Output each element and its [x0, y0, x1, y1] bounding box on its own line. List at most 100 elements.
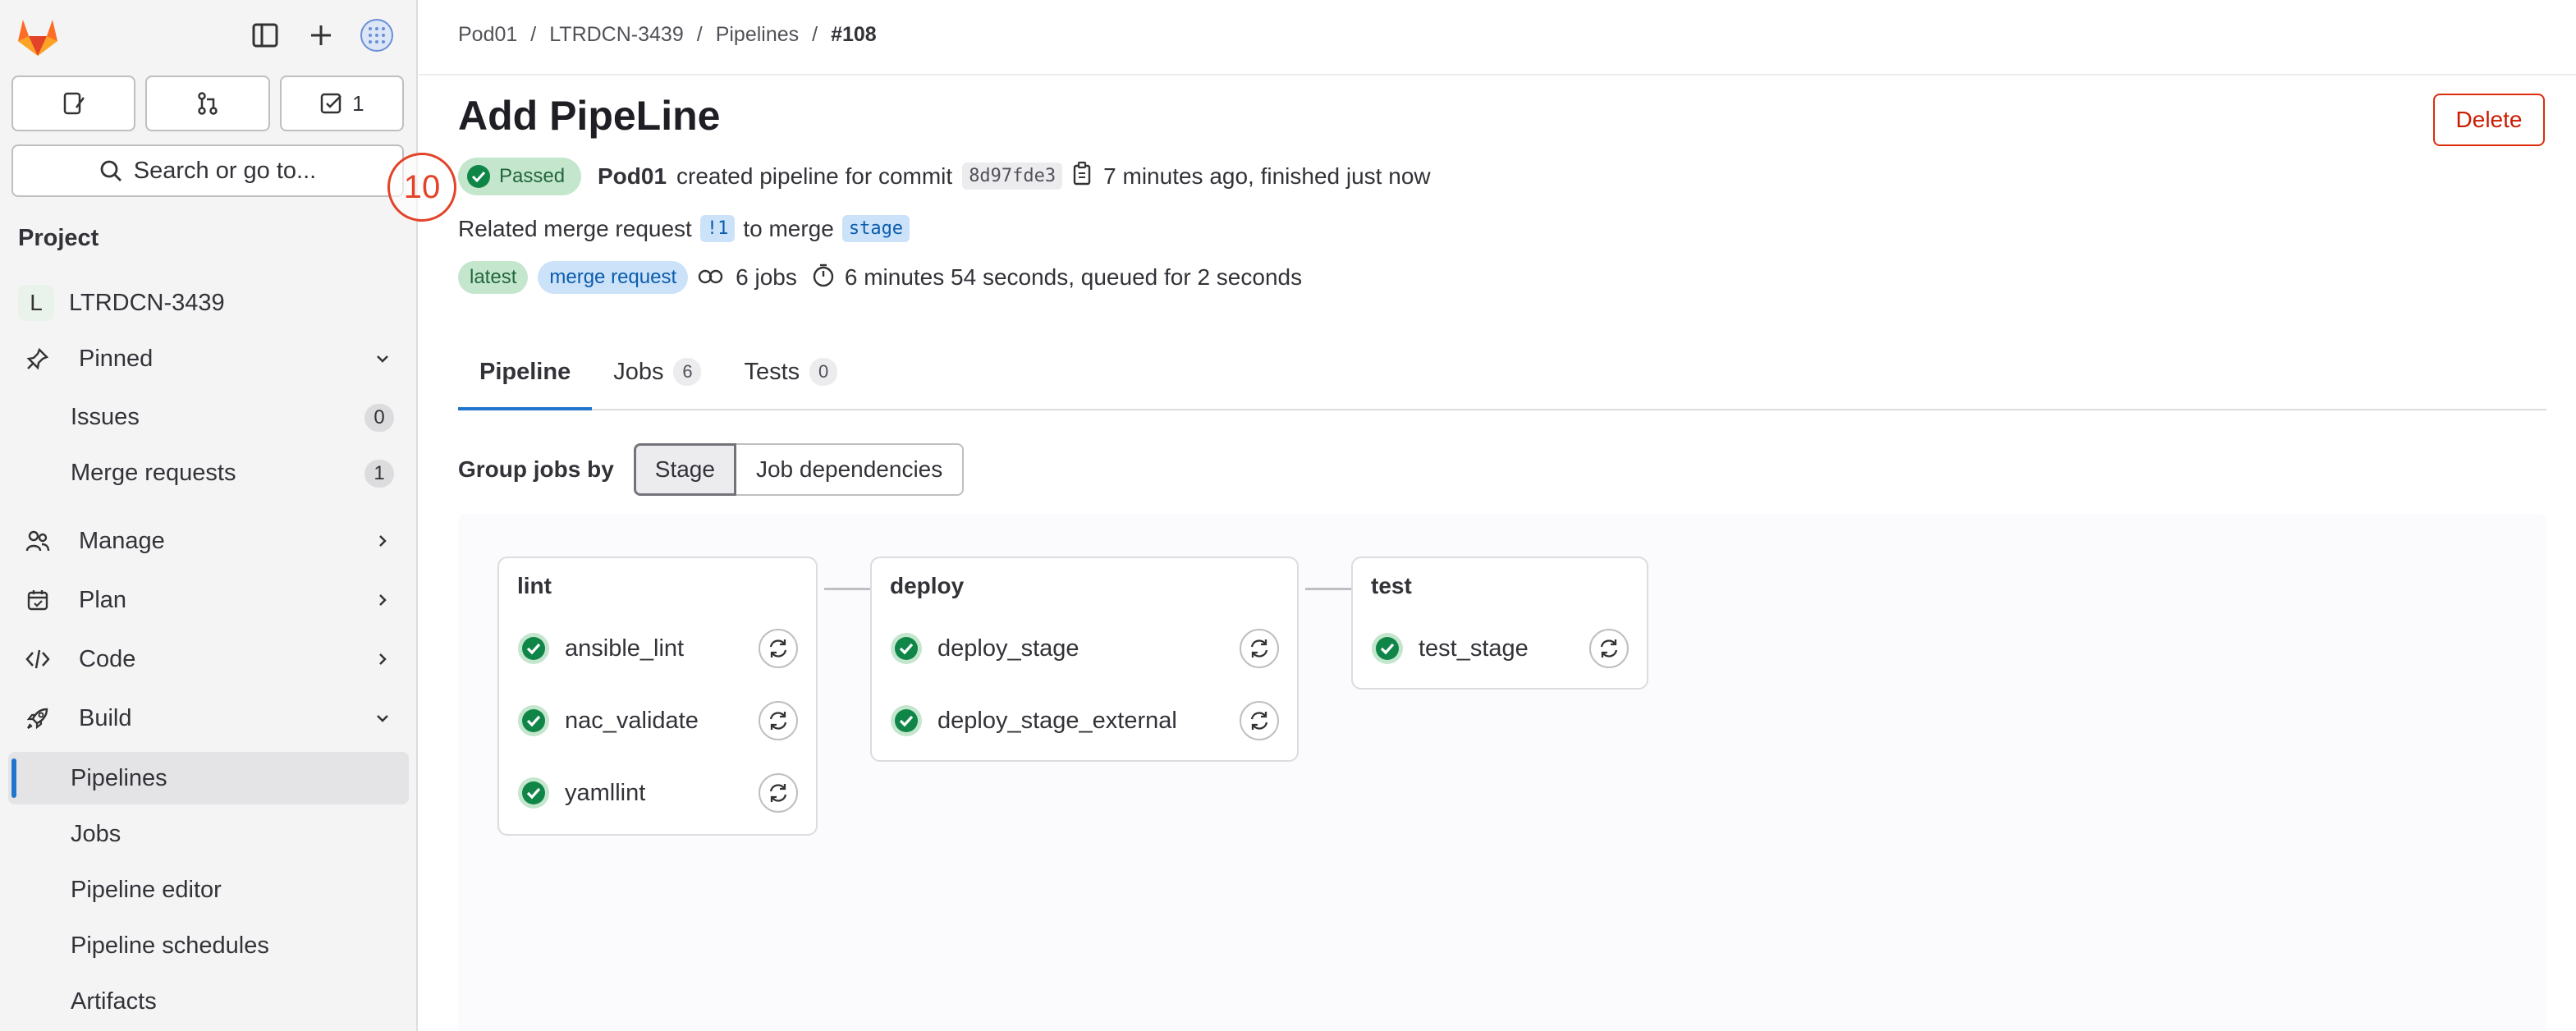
tab-tests[interactable]: Tests 0 [722, 335, 859, 409]
breadcrumb-separator: / [530, 23, 537, 46]
jobs-icon [698, 264, 726, 291]
search-button[interactable]: Search or go to... [11, 144, 404, 197]
user-avatar-icon[interactable] [360, 18, 394, 53]
copy-icon[interactable] [1072, 161, 1093, 191]
job-item[interactable]: nac_validate [517, 699, 699, 742]
retry-job-button[interactable] [759, 701, 798, 740]
sidebar-item-label: Jobs [71, 820, 121, 847]
issues-count-badge: 0 [364, 404, 394, 432]
sidebar-item-code[interactable]: Code [8, 634, 409, 685]
assigned-issues-button[interactable] [11, 76, 136, 131]
gitlab-logo-icon[interactable] [15, 15, 61, 57]
tab-count-badge: 6 [673, 358, 702, 386]
time-text: 7 minutes ago, finished just now [1103, 163, 1431, 189]
branch-link[interactable]: stage [841, 215, 910, 242]
success-icon [518, 705, 549, 736]
chevron-down-icon [373, 708, 392, 735]
merge-request-link[interactable]: !1 [699, 215, 736, 242]
search-label: Search or go to... [133, 157, 317, 184]
job-item[interactable]: yamllint [517, 772, 645, 814]
stage-title: test [1371, 573, 1412, 598]
sidebar-item-merge-requests[interactable]: Merge requests 1 [8, 447, 409, 499]
sidebar-toggle-icon[interactable] [248, 18, 282, 53]
code-icon [21, 648, 54, 670]
sidebar-item-issues[interactable]: Issues 0 [8, 391, 409, 443]
retry-job-button[interactable] [1589, 629, 1629, 668]
sidebar-item-pipelines[interactable]: Pipelines [8, 752, 409, 804]
stage-column-lint: lint ansible_lint nac_validate yamllint [497, 557, 818, 836]
job-item[interactable]: test_stage [1371, 627, 1529, 670]
sidebar-item-label: Build [79, 704, 132, 731]
stage-connector [824, 588, 875, 590]
label-merge-request: merge request [538, 261, 689, 294]
stage-title: deploy [890, 573, 965, 598]
delete-button[interactable]: Delete [2433, 94, 2545, 146]
retry-job-button[interactable] [1240, 701, 1279, 740]
search-icon [100, 160, 121, 181]
chevron-right-icon [373, 530, 392, 557]
breadcrumb-pipelines-link[interactable]: Pipelines [716, 23, 799, 47]
sidebar-item-pinned[interactable]: Pinned [8, 333, 409, 384]
chevron-right-icon [373, 648, 392, 676]
sidebar-item-pipeline-editor[interactable]: Pipeline editor [8, 864, 409, 916]
jobs-count-text: 6 jobs [736, 264, 797, 290]
retry-job-button[interactable] [1240, 629, 1279, 668]
group-by-dependencies-button[interactable]: Job dependencies [736, 443, 965, 496]
sidebar-item-label: Pinned [79, 345, 154, 372]
sidebar-item-plan[interactable]: Plan [8, 575, 409, 625]
sidebar-item-jobs[interactable]: Jobs [8, 808, 409, 860]
commit-sha-link[interactable]: 8d97fde3 [962, 163, 1063, 190]
rocket-icon [21, 706, 54, 731]
merge-requests-count-badge: 1 [364, 460, 394, 488]
retry-job-button[interactable] [759, 773, 798, 813]
related-text: Related merge request [458, 215, 692, 241]
issues-icon [63, 92, 85, 115]
stage-column-deploy: deploy deploy_stage deploy_stage_externa… [870, 557, 1299, 762]
retry-icon [769, 639, 787, 658]
tab-count-badge: 0 [809, 358, 838, 386]
breadcrumb: Pod01 / LTRDCN-3439 / Pipelines / #108 [458, 23, 877, 47]
breadcrumb-current[interactable]: #108 [831, 23, 877, 47]
status-badge[interactable]: Passed [458, 158, 582, 195]
sidebar-item-label: Manage [79, 527, 165, 554]
retry-icon [1250, 712, 1268, 730]
tab-label: Tests [744, 358, 800, 385]
page-title: Add PipeLine [458, 93, 721, 139]
sidebar-counts: 1 [11, 76, 404, 131]
merge-requests-button[interactable] [145, 76, 270, 131]
tab-jobs[interactable]: Jobs 6 [592, 335, 722, 409]
sidebar-item-build[interactable]: Build [8, 693, 409, 744]
sidebar-item-artifacts[interactable]: Artifacts [8, 975, 409, 1028]
sidebar-item-label: Issues [71, 403, 140, 430]
plus-icon[interactable] [304, 18, 338, 53]
author-link[interactable]: Pod01 [598, 163, 667, 190]
status-text: Passed [499, 165, 566, 187]
retry-job-button[interactable] [759, 629, 798, 668]
pipeline-tabs: Pipeline Jobs 6 Tests 0 [458, 335, 2546, 410]
job-item[interactable]: ansible_lint [517, 627, 684, 670]
duration-text: 6 minutes 54 seconds, queued for 2 secon… [844, 264, 1303, 290]
sidebar-item-manage[interactable]: Manage [8, 516, 409, 566]
sidebar-item-label: Artifacts [71, 987, 157, 1015]
header-divider [419, 74, 2576, 76]
success-icon [891, 705, 922, 736]
group-jobs-control: Group jobs by Stage Job dependencies [458, 443, 965, 496]
breadcrumb-group-link[interactable]: Pod01 [458, 23, 517, 47]
success-icon [891, 633, 922, 664]
main-content: Pod01 / LTRDCN-3439 / Pipelines / #108 A… [387, 0, 2576, 1031]
todos-button[interactable]: 1 [279, 76, 404, 131]
sidebar-item-pipeline-schedules[interactable]: Pipeline schedules [8, 919, 409, 972]
breadcrumb-project-link[interactable]: LTRDCN-3439 [549, 23, 683, 47]
tab-pipeline[interactable]: Pipeline [458, 335, 593, 410]
retry-icon [769, 784, 787, 802]
sidebar-project-link[interactable]: L LTRDCN-3439 [8, 277, 409, 328]
group-by-toggle: Stage Job dependencies [633, 443, 965, 496]
job-item[interactable]: deploy_stage_external [890, 699, 1177, 742]
calendar-icon [21, 589, 54, 612]
merge-request-icon [198, 92, 218, 115]
sidebar: 1 Search or go to... Project L LTRDCN-34… [0, 0, 418, 1031]
retry-icon [1250, 639, 1268, 658]
pipeline-labels: latest merge request 6 jobs 6 minutes 54… [458, 261, 1302, 294]
group-by-stage-button[interactable]: Stage [633, 443, 736, 496]
job-item[interactable]: deploy_stage [890, 627, 1079, 670]
